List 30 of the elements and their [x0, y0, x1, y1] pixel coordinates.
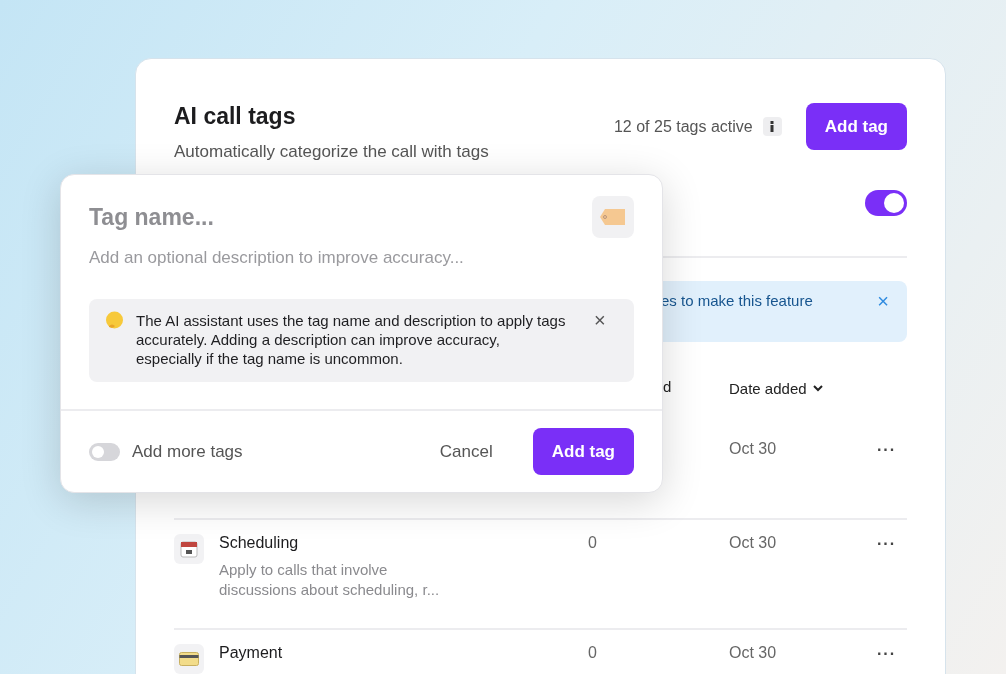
page-title: AI call tags: [174, 103, 297, 130]
active-count: 12 of 25 tags active: [613, 117, 753, 136]
hint-text: The AI assistant uses the tag name and description to apply tags accurately. Adding a description can improve accuracy, especially if the tag name is uncommon.: [136, 311, 566, 368]
add-tag-button[interactable]: Add tag: [532, 428, 634, 475]
date-added: Oct 30: [729, 534, 778, 552]
more-button[interactable]: ···: [877, 440, 896, 460]
close-button[interactable]: ×: [594, 311, 606, 329]
cancel-button[interactable]: Cancel: [433, 440, 499, 463]
tag-icon: [600, 209, 626, 225]
usage-count: 0: [588, 644, 598, 662]
add-more-toggle[interactable]: [89, 442, 120, 461]
column-header: d: [663, 378, 672, 395]
page-subtitle: Automatically categorize the call with tags: [174, 142, 489, 162]
date-added: Oct 30: [729, 440, 778, 458]
usage-count: 0: [588, 534, 598, 552]
date-added-sort[interactable]: Date added: [729, 378, 823, 398]
date-added: Oct 30: [729, 644, 778, 662]
calendar-icon: [174, 534, 204, 564]
feature-toggle[interactable]: [865, 190, 907, 216]
chevron-down-icon: [812, 384, 823, 392]
emoji-icon: [105, 311, 124, 330]
add-more-label: Add more tags: [132, 441, 244, 462]
more-button[interactable]: ···: [877, 534, 896, 554]
tag-name: Payment: [219, 644, 284, 662]
tag-description: Apply to calls that involve discussions about scheduling, r...: [219, 560, 441, 600]
more-button[interactable]: ···: [877, 644, 896, 664]
add-tag-button[interactable]: Add tag: [805, 103, 907, 150]
credit-card-icon: [174, 644, 204, 674]
info-icon[interactable]: [762, 117, 782, 136]
tag-name: Scheduling: [219, 534, 300, 552]
